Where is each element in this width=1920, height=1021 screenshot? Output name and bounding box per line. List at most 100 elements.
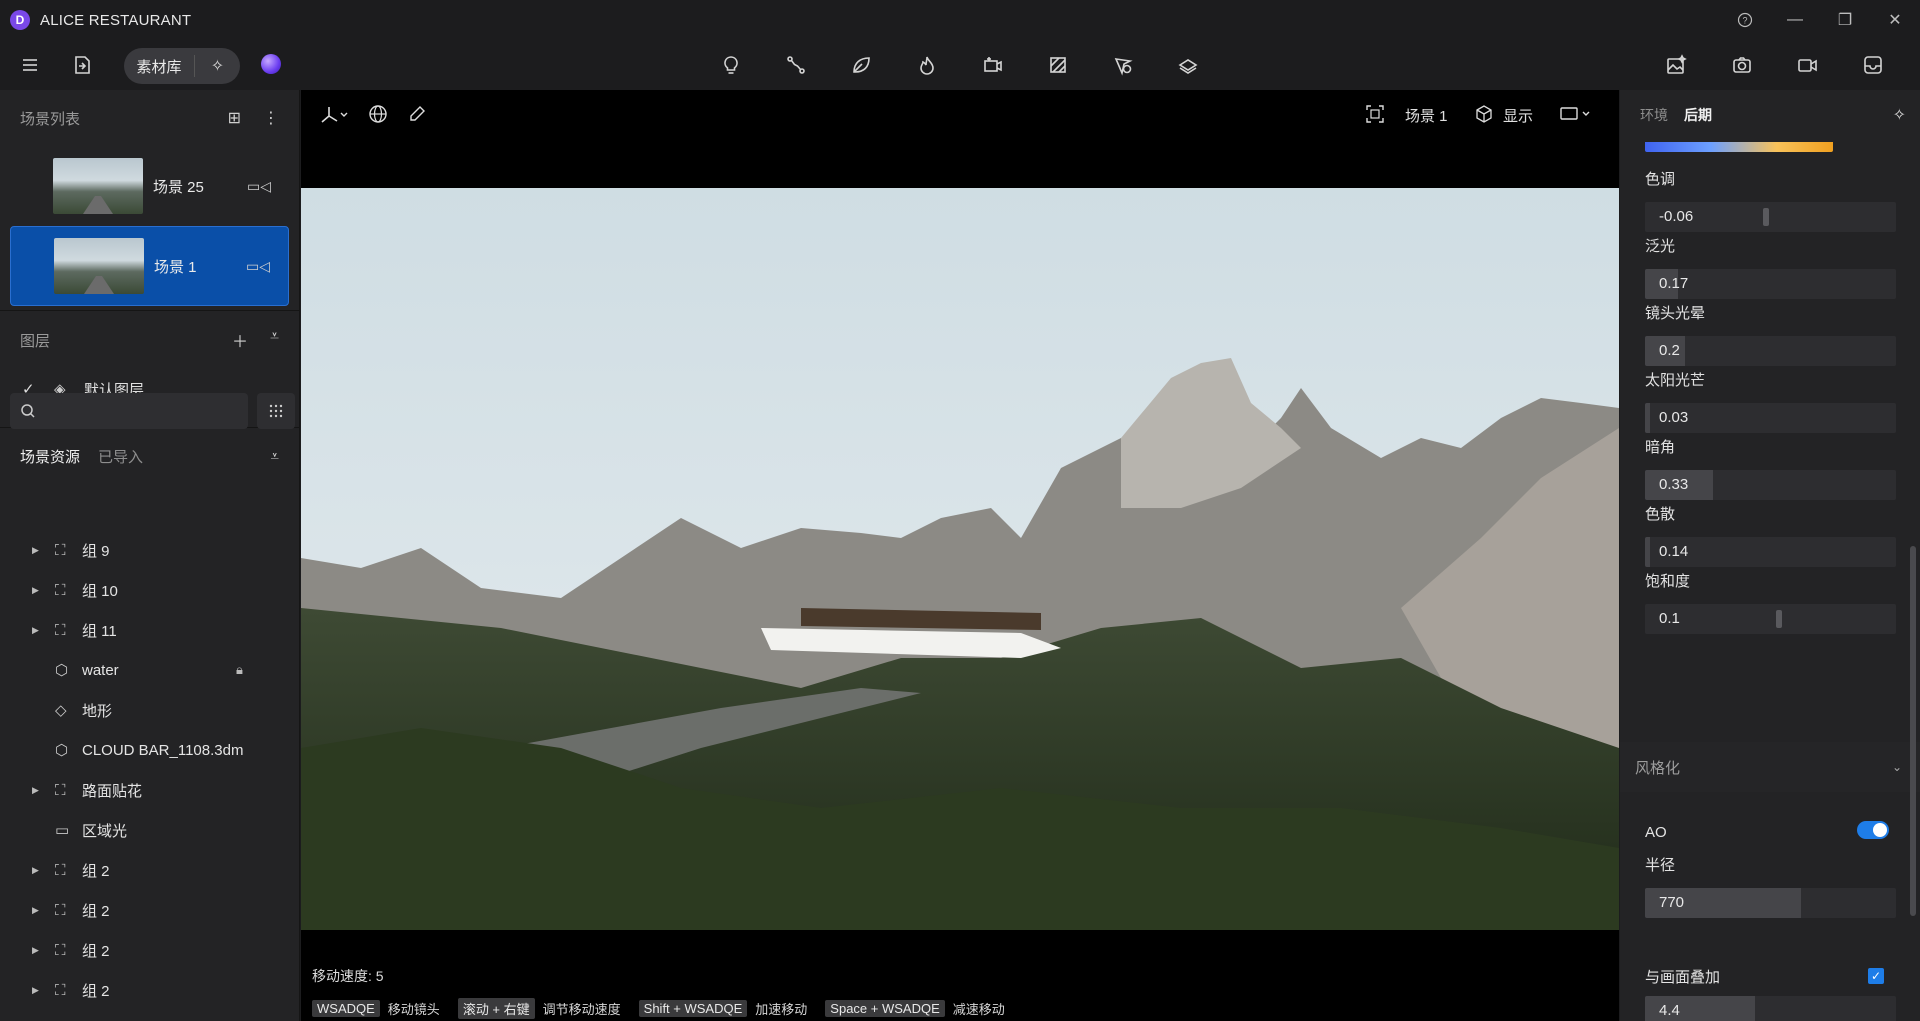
- add-layer-icon[interactable]: ＋: [232, 328, 248, 352]
- overlay-checkbox[interactable]: ✓: [1868, 968, 1884, 984]
- param-slider[interactable]: 0.1: [1645, 604, 1896, 634]
- tree-row[interactable]: ▶ ⛶ 组 9: [0, 530, 300, 570]
- lightbulb-icon[interactable]: [716, 50, 746, 80]
- add-camera-icon[interactable]: [978, 50, 1008, 80]
- render-view[interactable]: [301, 188, 1619, 930]
- tree-row[interactable]: ▶ ⛶ 路面贴花: [0, 770, 300, 810]
- grid-view-button[interactable]: [257, 393, 295, 429]
- add-scene-icon[interactable]: ⊞: [228, 108, 241, 128]
- more-icon[interactable]: ⋮: [263, 108, 279, 128]
- scene-item-active[interactable]: 场景 1 ▭◁: [10, 226, 289, 306]
- tree-row[interactable]: ▶ ⛶ 组 2: [0, 930, 300, 970]
- overlay-slider[interactable]: 4.4: [1645, 996, 1896, 1021]
- globe-icon[interactable]: [368, 104, 388, 128]
- display-menu-label[interactable]: 显示: [1503, 105, 1533, 126]
- param-slider[interactable]: -0.06: [1645, 202, 1896, 232]
- material-library-button[interactable]: 素材库 ✧: [124, 48, 240, 84]
- scene-item[interactable]: 场景 25 ▭◁: [10, 146, 289, 226]
- search-input[interactable]: [44, 403, 244, 419]
- view-switch-icon[interactable]: [1559, 104, 1593, 128]
- menu-icon[interactable]: [15, 50, 45, 80]
- leaf-icon[interactable]: [846, 50, 876, 80]
- inbox-icon[interactable]: [1858, 50, 1888, 80]
- group-icon: ⛶: [55, 981, 66, 999]
- stylize-section-header[interactable]: 风格化 ⌄: [1620, 742, 1920, 792]
- ao-toggle[interactable]: [1857, 821, 1889, 839]
- restore-button[interactable]: ❐: [1820, 0, 1870, 40]
- close-button[interactable]: ✕: [1870, 0, 1920, 40]
- camera-icon[interactable]: ▭◁: [246, 258, 270, 275]
- focus-frame-icon[interactable]: [1365, 104, 1385, 128]
- help-icon[interactable]: ?: [1720, 0, 1770, 40]
- current-scene-label[interactable]: 场景 1: [1405, 105, 1448, 126]
- terrain-icon: ◇: [55, 702, 67, 719]
- video-icon[interactable]: [1792, 50, 1822, 80]
- tree-row[interactable]: ⬡ CLOUD BAR_1108.3dm: [0, 730, 300, 770]
- param-slider[interactable]: 0.14: [1645, 537, 1896, 567]
- slider-knob[interactable]: [1763, 208, 1769, 226]
- display-cube-icon[interactable]: [1474, 104, 1494, 128]
- expand-caret-icon[interactable]: ▶: [32, 985, 40, 996]
- ai-orb-icon[interactable]: [261, 54, 281, 74]
- tree-row[interactable]: ▶ ⛶ 组 2: [0, 970, 300, 1010]
- tab-imported[interactable]: 已导入: [98, 446, 143, 467]
- tree-row[interactable]: ▶ ⛶ 组 11: [0, 610, 300, 650]
- tab-environment[interactable]: 环境: [1640, 105, 1668, 125]
- overlay-label: 与画面叠加: [1645, 969, 1721, 986]
- param-slider[interactable]: 0.2: [1645, 336, 1896, 366]
- eyedropper-icon[interactable]: [407, 104, 427, 128]
- image-spark-icon[interactable]: [1661, 50, 1691, 80]
- grid-icon: [269, 404, 283, 418]
- filter-icon[interactable]: ⩡: [271, 448, 279, 465]
- expand-caret-icon[interactable]: ▶: [32, 865, 40, 876]
- expand-caret-icon[interactable]: ▶: [32, 625, 40, 636]
- tab-scene-assets[interactable]: 场景资源: [20, 446, 80, 467]
- asset-tree: ▶ ⛶ 组 9 ▶ ⛶ 组 10 ▶ ⛶ 组 11 ⬡ water 🔒︎ ◇ 地形 ⬡ CLOUD …: [0, 530, 300, 1010]
- tree-row[interactable]: ▭ 区域光: [0, 810, 300, 850]
- path-tool-icon[interactable]: [781, 50, 811, 80]
- tree-row[interactable]: ⬡ water 🔒︎: [0, 650, 300, 690]
- expand-caret-icon[interactable]: ▶: [32, 585, 40, 596]
- viewport[interactable]: 场景 1 显示 移动速度: 5 WSADQE 移动镜头 滚动 + 右键 调节移动…: [301, 90, 1619, 1021]
- tab-post-processing[interactable]: 后期: [1684, 105, 1712, 125]
- lock-icon[interactable]: 🔒︎: [236, 662, 243, 678]
- param-value: 0.33: [1659, 476, 1689, 493]
- minimize-button[interactable]: —: [1770, 0, 1820, 40]
- post-param: 饱和度 0.1: [1645, 570, 1915, 634]
- expand-caret-icon[interactable]: ▶: [32, 545, 40, 556]
- param-value: 4.4: [1659, 1002, 1680, 1019]
- terrain-icon[interactable]: [1173, 50, 1203, 80]
- param-slider[interactable]: 0.03: [1645, 403, 1896, 433]
- tree-row[interactable]: ▶ ⛶ 组 10: [0, 570, 300, 610]
- collapse-icon[interactable]: ⩡: [270, 328, 279, 352]
- slider-knob[interactable]: [1776, 610, 1782, 628]
- param-label: 太阳光芒: [1645, 372, 1706, 389]
- panel-scrollbar[interactable]: [1910, 546, 1916, 916]
- param-slider[interactable]: 0.33: [1645, 470, 1896, 500]
- hatch-icon[interactable]: [1043, 50, 1073, 80]
- expand-caret-icon[interactable]: ▶: [32, 945, 40, 956]
- fire-icon[interactable]: [912, 50, 942, 80]
- camera-icon[interactable]: [1727, 50, 1757, 80]
- axis-gizmo-icon[interactable]: [319, 104, 349, 130]
- ai-spark-icon[interactable]: ✧: [1893, 105, 1906, 125]
- import-file-icon[interactable]: [67, 50, 97, 80]
- radius-slider[interactable]: 770: [1645, 888, 1896, 918]
- tree-item-name: 组 9: [82, 542, 110, 560]
- ai-spark-icon[interactable]: ✧: [195, 56, 240, 76]
- param-label: 泛光: [1645, 238, 1676, 255]
- group-icon: ⛶: [55, 901, 66, 919]
- expand-caret-icon[interactable]: ▶: [32, 905, 40, 916]
- tree-row[interactable]: ▶ ⛶ 组 2: [0, 850, 300, 890]
- tree-row[interactable]: ◇ 地形: [0, 690, 300, 730]
- color-temperature-gradient[interactable]: [1645, 142, 1833, 152]
- camera-icon[interactable]: ▭◁: [247, 178, 271, 195]
- group-icon: ⛶: [55, 941, 66, 959]
- expand-caret-icon[interactable]: ▶: [32, 785, 40, 796]
- param-slider[interactable]: 0.17: [1645, 269, 1896, 299]
- tree-row[interactable]: ▶ ⛶ 组 2: [0, 890, 300, 930]
- post-param: 太阳光芒 0.03: [1645, 369, 1915, 433]
- pin-add-icon[interactable]: [1108, 50, 1138, 80]
- param-label: 镜头光晕: [1645, 305, 1706, 322]
- chevron-down-icon[interactable]: ⌄: [1892, 760, 1902, 774]
